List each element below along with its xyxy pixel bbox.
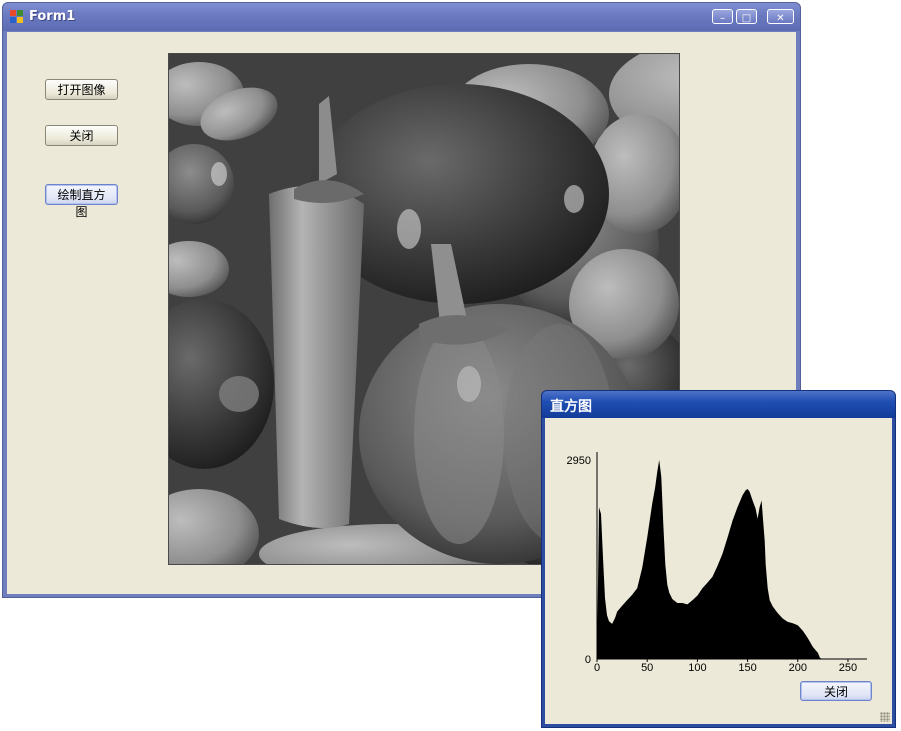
y-tick-label: 2950 <box>567 455 591 467</box>
x-tick-label: 250 <box>839 662 857 674</box>
histogram-chart: 0 50 100 150 200 250 0 2950 <box>567 452 867 674</box>
close-button[interactable]: ✕ <box>767 9 794 24</box>
histogram-client-area: 0 50 100 150 200 250 0 2950 关闭 <box>545 418 892 724</box>
x-tick-label: 0 <box>594 662 600 674</box>
histogram-window: 直方图 0 50 100 150 200 250 0 2950 关闭 <box>541 390 896 728</box>
histogram-area <box>597 460 853 659</box>
x-tick-label: 100 <box>688 662 706 674</box>
x-tick-label: 150 <box>738 662 756 674</box>
close-main-button[interactable]: 关闭 <box>45 125 118 146</box>
histogram-close-button[interactable]: 关闭 <box>800 681 872 701</box>
app-icon <box>10 10 24 24</box>
histogram-title-bar[interactable]: 直方图 <box>542 391 895 418</box>
title-bar[interactable]: Form1 – □ ✕ <box>3 3 800 31</box>
draw-histogram-button[interactable]: 绘制直方图 <box>45 184 118 219</box>
minimize-icon: – <box>720 13 725 24</box>
y-tick-label: 0 <box>585 654 591 666</box>
histogram-window-title: 直方图 <box>550 399 592 415</box>
x-tick-label: 200 <box>789 662 807 674</box>
maximize-icon: □ <box>741 13 752 24</box>
x-tick-label: 50 <box>641 662 653 674</box>
maximize-button[interactable]: □ <box>736 9 757 24</box>
open-image-button[interactable]: 打开图像 <box>45 79 118 100</box>
close-icon: ✕ <box>776 13 785 24</box>
minimize-button[interactable]: – <box>712 9 733 24</box>
resize-grip[interactable] <box>880 712 890 722</box>
window-title: Form1 <box>29 9 76 24</box>
